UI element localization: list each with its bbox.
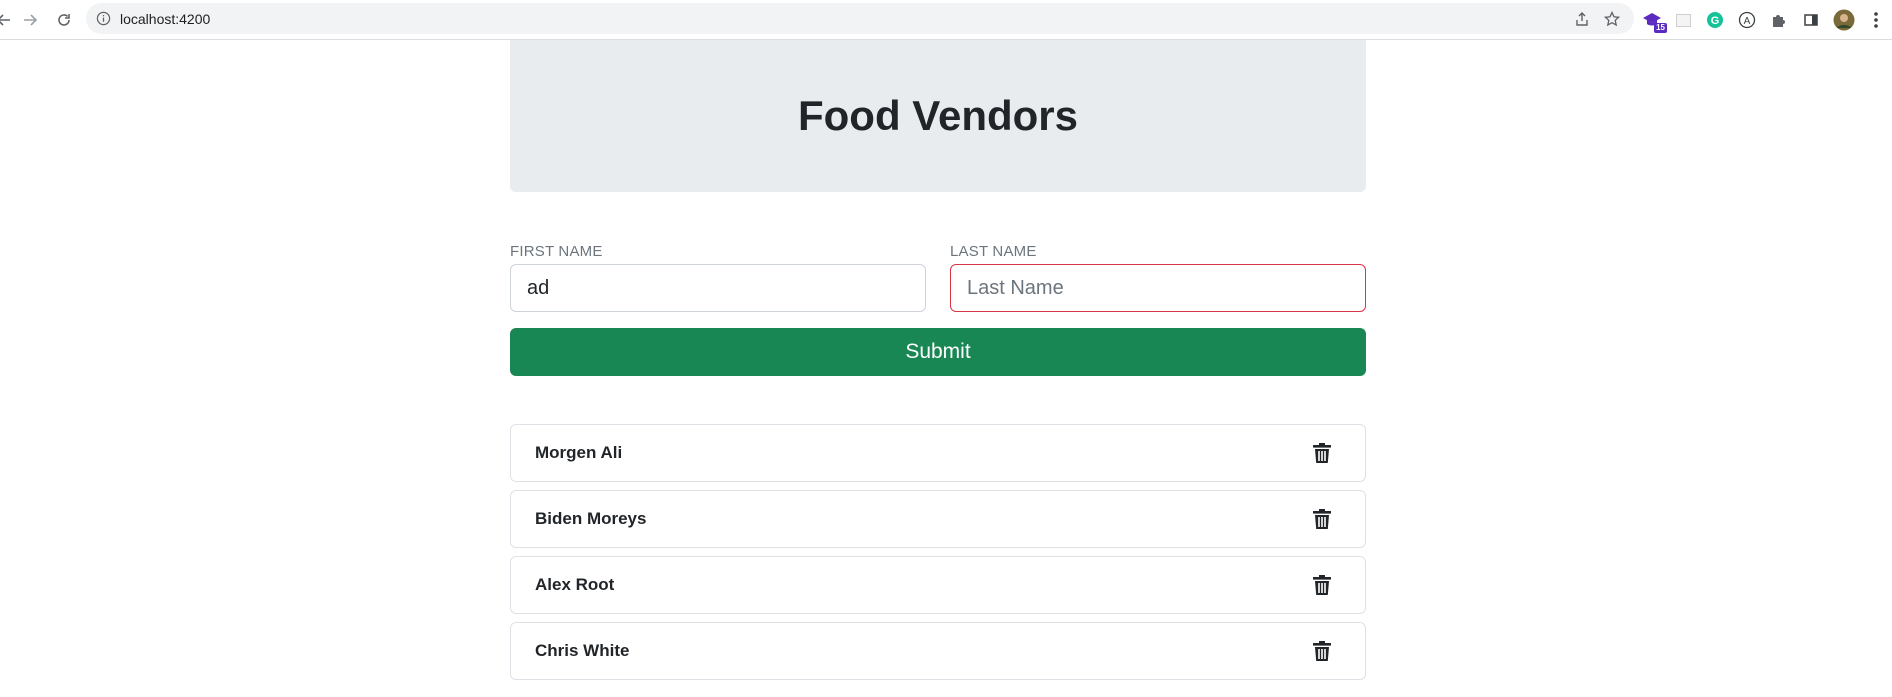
- vendor-name: Chris White: [535, 641, 630, 660]
- back-button[interactable]: [0, 8, 16, 32]
- list-item: Biden Moreys: [510, 490, 1366, 548]
- vendor-name: Biden Moreys: [535, 509, 647, 528]
- kebab-menu-icon[interactable]: [1865, 9, 1887, 31]
- list-item: Morgen Ali: [510, 424, 1366, 482]
- first-name-field[interactable]: [510, 264, 926, 312]
- first-name-label: FIRST NAME: [510, 243, 603, 260]
- share-icon: [1576, 12, 1588, 26]
- list-item: Alex Root: [510, 556, 1366, 614]
- svg-text:A: A: [1744, 16, 1751, 27]
- trash-icon[interactable]: [1311, 639, 1333, 663]
- graduation-cap-extension-icon[interactable]: 15: [1641, 9, 1667, 33]
- arrow-left-icon: [0, 14, 10, 26]
- address-bar[interactable]: localhost:4200: [86, 3, 1634, 34]
- puzzle-extensions-icon[interactable]: [1768, 9, 1790, 31]
- page-header: Food Vendors: [510, 40, 1366, 192]
- vendor-list: Morgen Ali Biden Moreys Alex Root Chris …: [510, 424, 1366, 688]
- vendor-name: Morgen Ali: [535, 443, 623, 462]
- forward-button[interactable]: [18, 8, 42, 32]
- bookmark-button[interactable]: [1602, 9, 1622, 29]
- reload-icon: [58, 14, 70, 26]
- arrow-right-icon: [24, 14, 38, 26]
- grammarly-extension-icon[interactable]: G: [1704, 9, 1726, 31]
- info-icon[interactable]: [96, 11, 111, 26]
- browser-toolbar: localhost:4200 15 G A: [0, 0, 1892, 40]
- vendor-name: Alex Root: [535, 575, 615, 594]
- a-circle-extension-icon[interactable]: A: [1736, 9, 1758, 31]
- last-name-label: LAST NAME: [950, 243, 1037, 260]
- page-title: Food Vendors: [797, 92, 1078, 139]
- profile-avatar[interactable]: [1833, 9, 1855, 31]
- trash-icon[interactable]: [1311, 441, 1333, 465]
- extension-badge: 15: [1654, 23, 1667, 33]
- list-item: Chris White: [510, 622, 1366, 680]
- submit-button[interactable]: Submit: [510, 328, 1366, 376]
- url-text[interactable]: localhost:4200: [120, 11, 210, 27]
- blank-extension-icon[interactable]: [1672, 9, 1694, 31]
- trash-icon[interactable]: [1311, 507, 1333, 531]
- side-panel-icon[interactable]: [1800, 9, 1822, 31]
- trash-icon[interactable]: [1311, 573, 1333, 597]
- reload-button[interactable]: [52, 8, 76, 32]
- svg-text:G: G: [1711, 15, 1720, 27]
- last-name-field[interactable]: [950, 264, 1366, 312]
- star-icon: [1604, 11, 1620, 27]
- share-button[interactable]: [1572, 9, 1592, 29]
